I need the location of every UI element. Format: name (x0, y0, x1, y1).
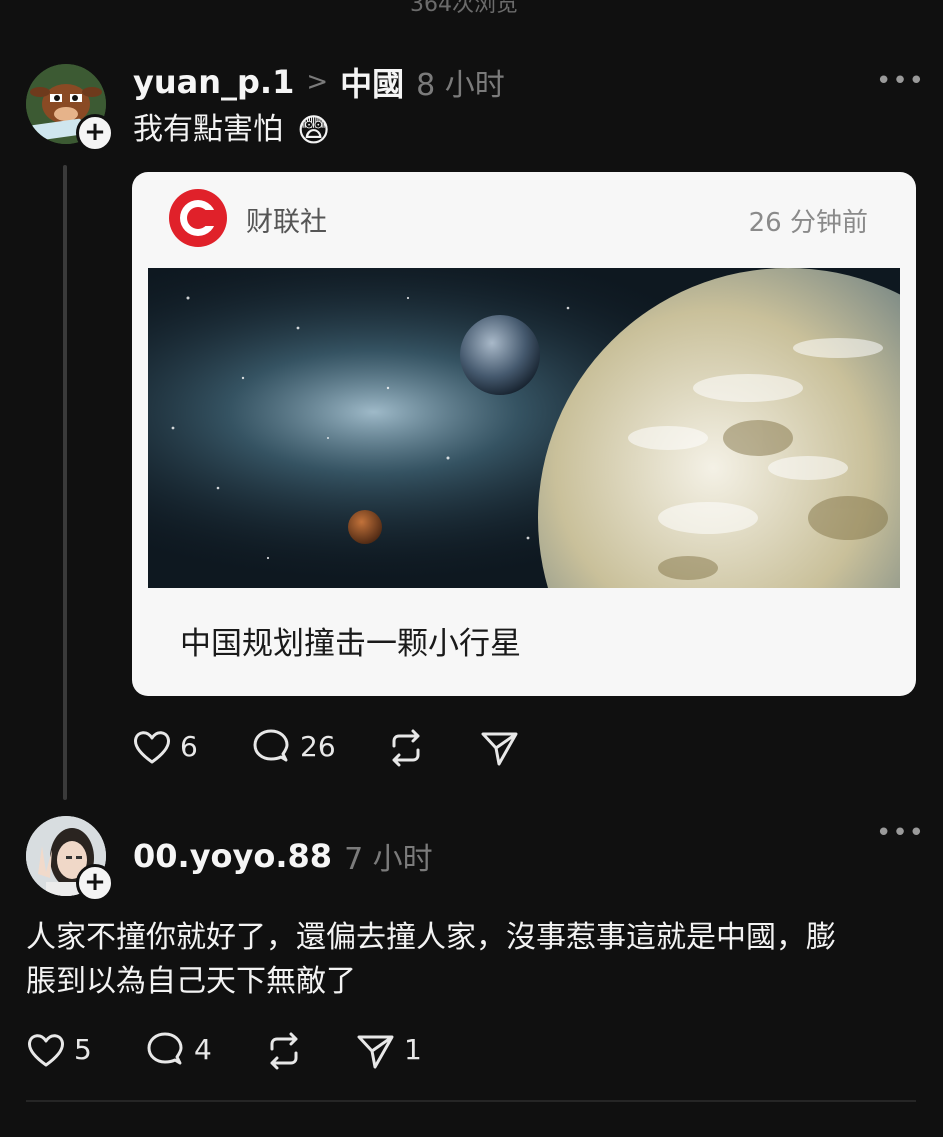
card-headline: 中国规划撞击一颗小行星 (180, 626, 521, 662)
like-count: 6 (180, 730, 198, 763)
share-count: 1 (404, 1033, 422, 1066)
card-source-time: 26 分钟前 (748, 208, 868, 238)
like-count: 5 (74, 1033, 92, 1066)
more-options-button[interactable]: ••• (876, 818, 925, 848)
repost-icon[interactable] (386, 728, 426, 772)
post-text-line: 脹到以為自己天下無敵了 (26, 964, 356, 999)
share-icon[interactable] (356, 1031, 396, 1075)
card-source: 财联社 (246, 207, 327, 238)
reply-icon[interactable] (252, 728, 292, 772)
link-preview-card[interactable]: 财联社 26 分钟前 中国规划撞击一颗小行星 (132, 172, 916, 696)
more-options-button[interactable]: ••• (876, 66, 925, 96)
chevron-right-icon: > (306, 67, 329, 97)
post-time: 7 小时 (344, 842, 433, 877)
post-author[interactable]: 00.yoyo.88 (133, 837, 332, 875)
heart-icon[interactable] (132, 728, 172, 770)
divider (26, 1100, 916, 1102)
heart-icon[interactable] (26, 1031, 66, 1073)
post-text-line: 人家不撞你就好了，還偏去撞人家，沒事惹事這就是中國，膨 (26, 920, 836, 955)
cailianshe-logo-icon (168, 188, 228, 248)
follow-button[interactable]: + (76, 864, 114, 902)
view-count-partial: 364次浏览 (410, 0, 518, 17)
post-author[interactable]: yuan_p.1 (133, 63, 294, 101)
fearful-face-emoji: 😨 (297, 111, 331, 149)
thread-line (63, 165, 67, 800)
follow-button[interactable]: + (76, 114, 114, 152)
space-planet-image (148, 268, 916, 696)
reply-icon[interactable] (146, 1031, 186, 1075)
share-icon[interactable] (480, 728, 520, 772)
post-time: 8 小时 (416, 68, 505, 103)
post-text: 我有點害怕 (133, 112, 283, 147)
community-tag[interactable]: 中國 (340, 59, 404, 105)
repost-icon[interactable] (264, 1031, 304, 1075)
reply-count: 4 (194, 1033, 212, 1066)
post-text: 人家不撞你就好了，還偏去撞人家，沒事惹事這就是中國，膨 脹到以為自己天下無敵了 (26, 916, 926, 1004)
reply-count: 26 (300, 730, 336, 763)
